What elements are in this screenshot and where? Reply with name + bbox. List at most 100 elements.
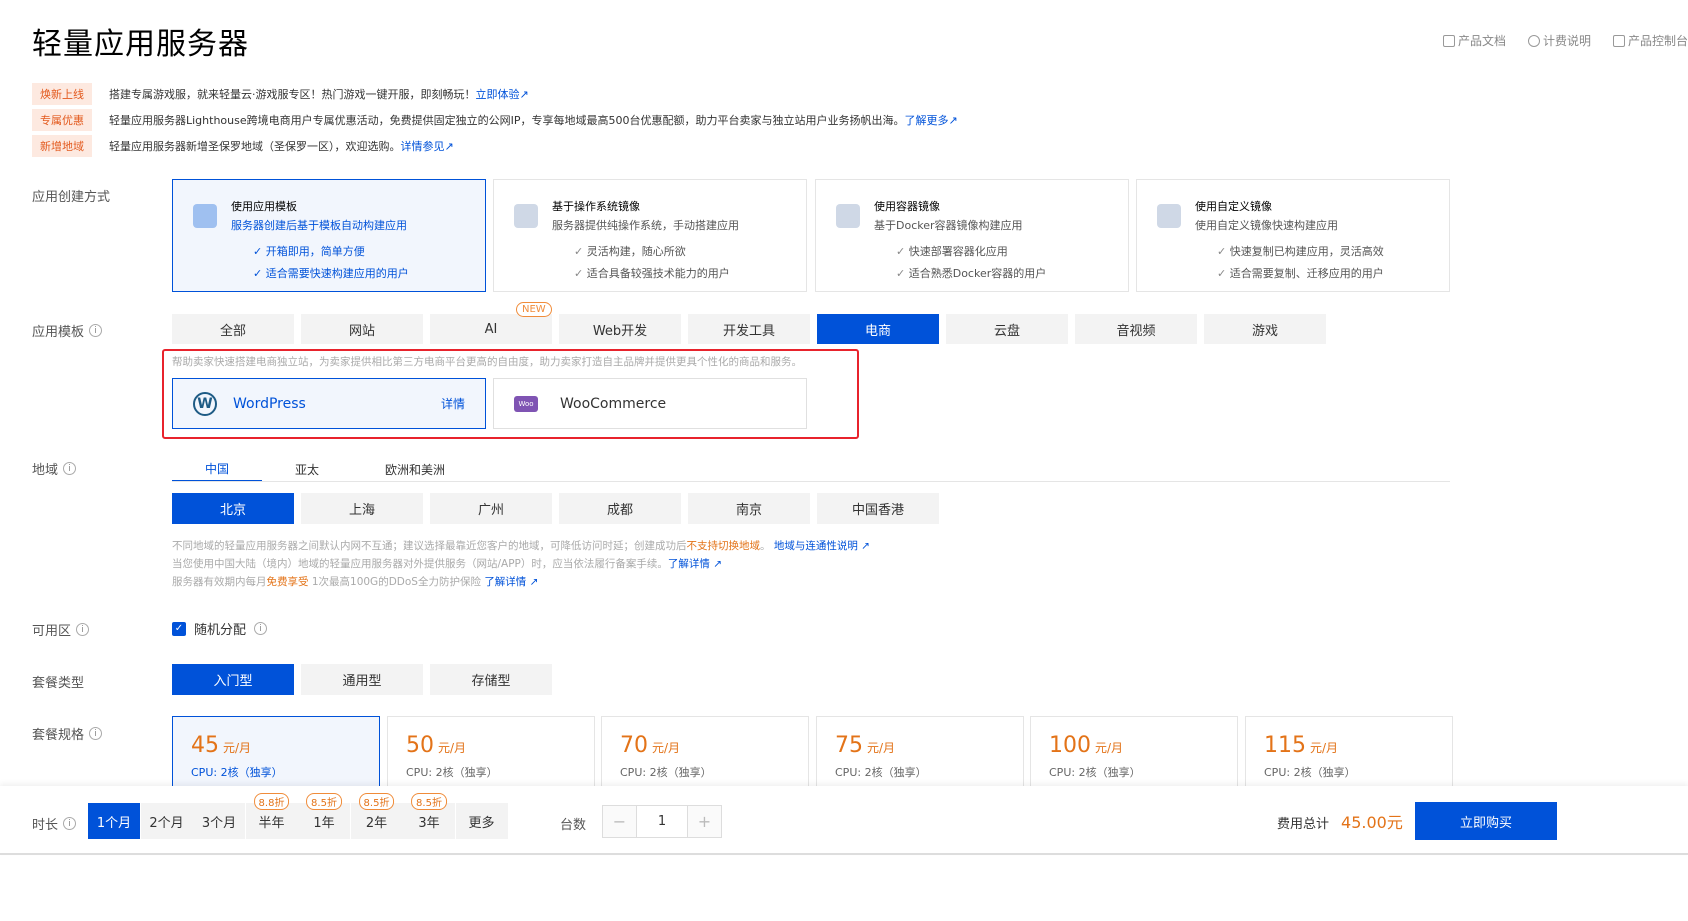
creation-card-container[interactable]: 使用容器镜像 基于Docker容器镜像构建应用 快速部署容器化应用适合熟悉Doc… [815,179,1129,292]
plan-type-storage[interactable]: 存储型 [430,664,552,695]
tab-china[interactable]: 中国 [172,456,263,482]
plan-spec-label: 套餐规格 i [32,724,103,743]
external-link-icon: ↗ [526,576,539,588]
card-feature: 适合熟悉Docker容器的用户 [896,265,1108,281]
ddos-details-link[interactable]: 了解详情 [484,576,526,588]
tab-web-dev[interactable]: Web开发 [559,314,681,344]
duration-2-months[interactable]: 2个月 [140,803,193,839]
plan-card[interactable]: 45 元/月 CPU: 2核（独享） [172,716,380,796]
tab-europe-america[interactable]: 欧洲和美洲 [352,456,478,482]
zone-label-text: 可用区 [32,624,72,639]
tab-cloud-disk[interactable]: 云盘 [946,314,1068,344]
city-guangzhou[interactable]: 广州 [430,493,552,524]
plan-cpu: CPU: 2核（独享） [835,766,927,779]
info-icon[interactable]: i [63,462,77,475]
external-link-icon: ↗ [444,139,454,153]
info-icon[interactable]: i [76,623,90,636]
tab-ai[interactable]: AI NEW [430,302,552,344]
buy-now-button[interactable]: 立即购买 [1415,802,1557,840]
notice-text: 轻量应用服务器新增圣保罗地域（圣保罗一区），欢迎选购。 [109,140,401,153]
duration-1-year[interactable]: 1年 8.5折 [298,793,350,839]
price-unit: 元/月 [652,741,681,755]
plan-card[interactable]: 70 元/月 CPU: 2核（独享） [601,716,809,796]
tab-games[interactable]: 游戏 [1204,314,1326,344]
minus-button[interactable]: − [603,806,636,837]
creation-card-custom-image[interactable]: 使用自定义镜像 使用自定义镜像快速构建应用 快速复制已构建应用，灵活高效适合需要… [1136,179,1450,292]
plan-spec-label-text: 套餐规格 [32,728,85,743]
notice-link[interactable]: 了解更多 [905,112,949,128]
card-title: 使用自定义镜像 [1195,200,1272,213]
template-label: 应用模板 i [32,321,103,340]
creation-card-os-image[interactable]: 基于操作系统镜像 服务器提供纯操作系统，手动搭建应用 灵活构建，随心所欲适合具备… [493,179,807,292]
divider [0,853,1688,855]
info-icon[interactable]: i [254,622,268,635]
console-link[interactable]: 产品控制台 [1612,32,1688,49]
filing-details-link[interactable]: 了解详情 [668,558,710,570]
plan-price: 115 [1264,733,1306,758]
tab-ai-label: AI [484,321,498,337]
duration-more[interactable]: 更多 [455,803,508,839]
wordpress-icon: W [193,391,217,416]
creation-card-template[interactable]: 使用应用模板 服务器创建后基于模板自动构建应用 开箱即用，简单方便适合需要快速构… [172,179,486,292]
quantity-stepper: − 1 + [602,805,722,838]
duration-2-years[interactable]: 2年 8.5折 [350,793,403,839]
tab-dev-tools[interactable]: 开发工具 [688,314,810,344]
duration-text: 半年 [258,815,285,831]
tab-website[interactable]: 网站 [301,314,423,344]
note-text: 1次最高100G的DDoS全力防护保险 [308,576,481,588]
plan-card[interactable]: 50 元/月 CPU: 2核（独享） [387,716,595,796]
city-shanghai[interactable]: 上海 [301,493,423,524]
billing-link[interactable]: 计费说明 [1527,32,1591,49]
template-wordpress[interactable]: W WordPress 详情 [172,378,486,429]
plan-card[interactable]: 115 元/月 CPU: 2核（独享） [1245,716,1453,796]
top-links: 产品文档 计费说明 产品控制台 [1442,32,1688,49]
template-woocommerce[interactable]: Woo WooCommerce [493,378,807,429]
city-nanjing[interactable]: 南京 [688,493,810,524]
zone-label: 可用区 i [32,620,90,639]
plan-card[interactable]: 75 元/月 CPU: 2核（独享） [816,716,1024,796]
plan-cpu: CPU: 2核（独享） [620,766,712,779]
card-subtitle: 服务器创建后基于模板自动构建应用 [231,219,407,232]
card-feature: 快速部署容器化应用 [896,243,1108,259]
notice-tag: 焕新上线 [32,83,92,105]
city-hongkong[interactable]: 中国香港 [817,493,939,524]
plan-type-general[interactable]: 通用型 [301,664,423,695]
price-unit: 元/月 [867,741,896,755]
total-cost: 费用总计 45.00元 [1277,809,1403,833]
custom-image-icon [1157,204,1181,228]
quantity-input[interactable]: 1 [636,806,688,837]
random-zone-option[interactable]: ✓ 随机分配 i [172,619,268,638]
checkbox-checked[interactable]: ✓ [172,621,186,636]
external-link-icon: ↗ [519,87,529,101]
info-icon[interactable]: i [63,817,77,830]
notice-text: 轻量应用服务器Lighthouse跨境电商用户专属优惠活动，免费提供固定独立的公… [109,114,905,127]
duration-3-years[interactable]: 3年 8.5折 [403,793,455,839]
template-label-text: 应用模板 [32,325,85,340]
info-icon[interactable]: i [89,324,103,337]
details-link[interactable]: 详情 [441,395,465,412]
external-link-icon: ↗ [709,558,723,570]
discount-badge: 8.5折 [411,793,447,810]
duration-half-year[interactable]: 半年 8.8折 [245,793,298,839]
plan-type-starter[interactable]: 入门型 [172,664,294,695]
tab-all[interactable]: 全部 [172,314,294,344]
notice-link[interactable]: 立即体验 [476,86,520,102]
region-connectivity-link[interactable]: 地域与连通性说明 [774,540,858,552]
tab-asia-pacific[interactable]: 亚太 [262,456,352,482]
plan-card[interactable]: 100 元/月 CPU: 2核（独享） [1030,716,1238,796]
new-badge: NEW [516,302,552,317]
duration-1-month[interactable]: 1个月 [88,803,140,839]
plus-button[interactable]: + [688,806,721,837]
template-name: WooCommerce [560,395,667,412]
tab-audio-video[interactable]: 音视频 [1075,314,1197,344]
notice-tag: 专属优惠 [32,109,92,131]
region-tabs: 中国 亚太 欧洲和美洲 [172,456,478,482]
notice-link[interactable]: 详情参见 [401,138,445,154]
tab-ecommerce[interactable]: 电商 [817,314,939,344]
city-beijing[interactable]: 北京 [172,493,294,524]
note-warning: 不支持切换地域 [686,540,761,552]
duration-3-months[interactable]: 3个月 [193,803,245,839]
docs-link[interactable]: 产品文档 [1442,32,1506,49]
info-icon[interactable]: i [89,727,103,740]
city-chengdu[interactable]: 成都 [559,493,681,524]
